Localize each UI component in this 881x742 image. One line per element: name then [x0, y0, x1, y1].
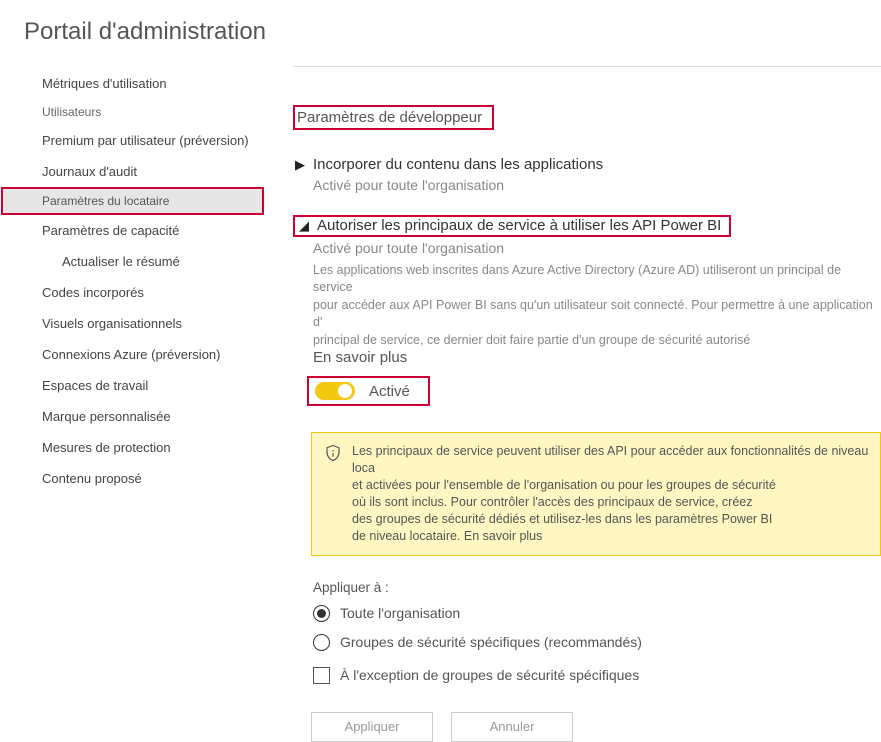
nav-audit-logs[interactable]: Journaux d'audit	[0, 156, 265, 187]
checkbox-except-label: À l'exception de groupes de sécurité spé…	[340, 667, 639, 683]
checkbox-except-groups[interactable]: À l'exception de groupes de sécurité spé…	[313, 667, 881, 684]
nav-protection-metrics[interactable]: Mesures de protection	[0, 432, 265, 463]
nav-users[interactable]: Utilisateurs	[0, 99, 265, 125]
developer-settings-header: Paramètres de développeur	[293, 105, 494, 130]
learn-more-link[interactable]: En savoir plus	[313, 349, 881, 366]
toggle-knob	[338, 384, 352, 398]
nav-premium-per-user[interactable]: Premium par utilisateur (préversion)	[0, 125, 265, 156]
info-callout: Les principaux de service peuvent utilis…	[311, 432, 881, 555]
radio-entire-org[interactable]: Toute l'organisation	[313, 605, 881, 622]
radio-icon-unchecked	[313, 634, 330, 651]
setting-embed-status: Activé pour toute l'organisation	[293, 177, 881, 193]
radio-icon-checked	[313, 605, 330, 622]
setting-sp-status: Activé pour toute l'organisation	[293, 240, 881, 256]
nav-tenant-settings[interactable]: Paramètres du locataire	[1, 187, 264, 215]
enabled-toggle[interactable]: Activé	[307, 376, 430, 406]
cancel-button[interactable]: Annuler	[451, 712, 573, 742]
nav-embed-codes[interactable]: Codes incorporés	[0, 277, 265, 308]
nav-refresh-summary[interactable]: Actualiser le résumé	[0, 246, 265, 277]
sp-desc-line1: Les applications web inscrites dans Azur…	[313, 262, 881, 296]
nav-capacity-settings[interactable]: Paramètres de capacité	[0, 215, 265, 246]
info-line2: et activées pour l'ensemble de l'organis…	[352, 477, 870, 494]
info-line4: des groupes de sécurité dédiés et utilis…	[352, 511, 870, 528]
radio-entire-org-label: Toute l'organisation	[340, 605, 460, 621]
sp-desc-line3: principal de service, ce dernier doit fa…	[313, 332, 881, 349]
shield-icon	[324, 444, 344, 544]
nav-org-visuals[interactable]: Visuels organisationnels	[0, 308, 265, 339]
nav-usage-metrics[interactable]: Métriques d'utilisation	[0, 68, 265, 99]
caret-down-icon: ◢	[297, 217, 311, 235]
info-line3: où ils sont inclus. Pour contrôler l'acc…	[352, 494, 870, 511]
toggle-track	[315, 382, 355, 400]
section-divider	[293, 66, 881, 67]
toggle-label: Activé	[369, 383, 410, 400]
setting-sp-title: Autoriser les principaux de service à ut…	[311, 215, 731, 237]
nav-workspaces[interactable]: Espaces de travail	[0, 370, 265, 401]
radio-specific-groups[interactable]: Groupes de sécurité spécifiques (recomma…	[313, 634, 881, 651]
sp-desc-line2: pour accéder aux API Power BI sans qu'un…	[313, 297, 881, 331]
content-area: Paramètres de développeur ▶ Incorporer d…	[265, 66, 881, 742]
page-title: Portail d'administration	[0, 0, 881, 66]
radio-specific-groups-label: Groupes de sécurité spécifiques (recomma…	[340, 634, 642, 650]
caret-right-icon: ▶	[293, 156, 307, 174]
info-line5: de niveau locataire. En savoir plus	[352, 528, 870, 545]
info-line1: Les principaux de service peuvent utilis…	[352, 443, 870, 477]
apply-to-label: Appliquer à :	[313, 580, 881, 595]
checkbox-icon	[313, 667, 330, 684]
apply-button[interactable]: Appliquer	[311, 712, 433, 742]
sidebar: Métriques d'utilisation Utilisateurs Pre…	[0, 66, 265, 742]
nav-azure-connections[interactable]: Connexions Azure (préversion)	[0, 339, 265, 370]
setting-embed-title: Incorporer du contenu dans les applicati…	[307, 156, 603, 173]
nav-custom-branding[interactable]: Marque personnalisée	[0, 401, 265, 432]
nav-featured-content[interactable]: Contenu proposé	[0, 463, 265, 494]
setting-embed-content[interactable]: ▶ Incorporer du contenu dans les applica…	[293, 156, 881, 174]
setting-service-principal[interactable]: ◢ Autoriser les principaux de service à …	[293, 215, 881, 237]
